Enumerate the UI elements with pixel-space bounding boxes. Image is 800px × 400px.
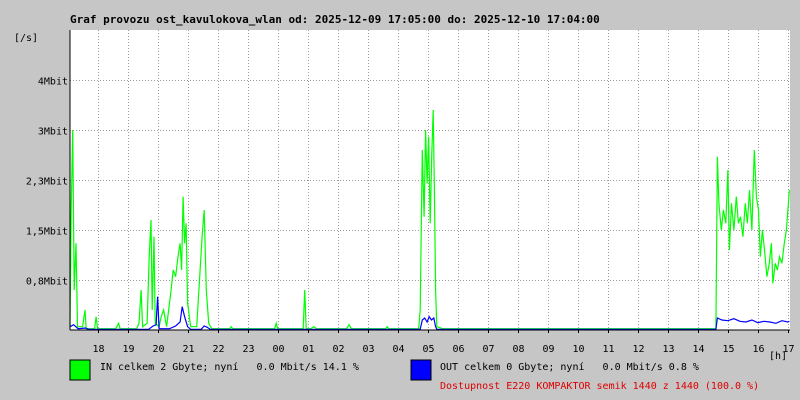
y-axis-label: [/s] bbox=[14, 33, 38, 44]
y-tick-labels: 0,8Mbit 1,5Mbit 2,3Mbit 3Mbit 4Mbit bbox=[26, 77, 68, 288]
x-axis-unit: [h] bbox=[769, 351, 787, 362]
y-tick-label: 1,5Mbit bbox=[26, 227, 68, 238]
legend-out-swatch bbox=[410, 359, 432, 381]
x-tick-label: 23 bbox=[242, 344, 254, 355]
x-tick-label: 14 bbox=[692, 344, 704, 355]
x-tick-label: 13 bbox=[662, 344, 674, 355]
legend-in-text: IN celkem 2 Gbyte; nyní 0.0 Mbit/s 14.1 … bbox=[100, 361, 359, 373]
x-tick-label: 21 bbox=[182, 344, 194, 355]
x-tick-label: 12 bbox=[632, 344, 644, 355]
x-tick-label: 18 bbox=[92, 344, 104, 355]
x-tick-label: 08 bbox=[512, 344, 524, 355]
x-tick-label: 05 bbox=[422, 344, 434, 355]
y-tick-label: 4Mbit bbox=[38, 77, 68, 88]
x-tick-label: 22 bbox=[212, 344, 224, 355]
legend-out-text: OUT celkem 0 Gbyte; nyní 0.0 Mbit/s 0.8 … bbox=[440, 361, 699, 373]
availability-text: Dostupnost E220 KOMPAKTOR semik 1440 z 1… bbox=[440, 381, 759, 392]
x-tick-label: 20 bbox=[152, 344, 164, 355]
chart-stage: Graf provozu ost_kavulokova_wlan od: 202… bbox=[0, 0, 800, 400]
x-tick-label: 07 bbox=[482, 344, 494, 355]
legend-in-swatch bbox=[69, 359, 91, 381]
x-tick-label: 06 bbox=[452, 344, 464, 355]
traffic-chart: Graf provozu ost_kavulokova_wlan od: 202… bbox=[14, 13, 795, 392]
x-tick-label: 15 bbox=[722, 344, 734, 355]
x-tick-label: 09 bbox=[542, 344, 554, 355]
x-tick-label: 01 bbox=[302, 344, 314, 355]
x-tick-labels: 18 19 20 21 22 23 00 01 02 03 04 05 06 07 08 09 10 11 12 13… bbox=[92, 344, 794, 355]
y-tick-label: 3Mbit bbox=[38, 127, 68, 138]
y-tick-label: 0,8Mbit bbox=[26, 277, 68, 288]
y-tick-label: 2,3Mbit bbox=[26, 177, 68, 188]
x-tick-label: 03 bbox=[362, 344, 374, 355]
x-tick-label: 00 bbox=[272, 344, 284, 355]
x-tick-label: 02 bbox=[332, 344, 344, 355]
x-tick-label: 19 bbox=[122, 344, 134, 355]
x-tick-label: 10 bbox=[572, 344, 584, 355]
x-tick-label: 11 bbox=[602, 344, 614, 355]
chart-title: Graf provozu ost_kavulokova_wlan od: 202… bbox=[70, 13, 600, 26]
x-tick-label: 16 bbox=[752, 344, 764, 355]
x-tick-label: 04 bbox=[392, 344, 404, 355]
